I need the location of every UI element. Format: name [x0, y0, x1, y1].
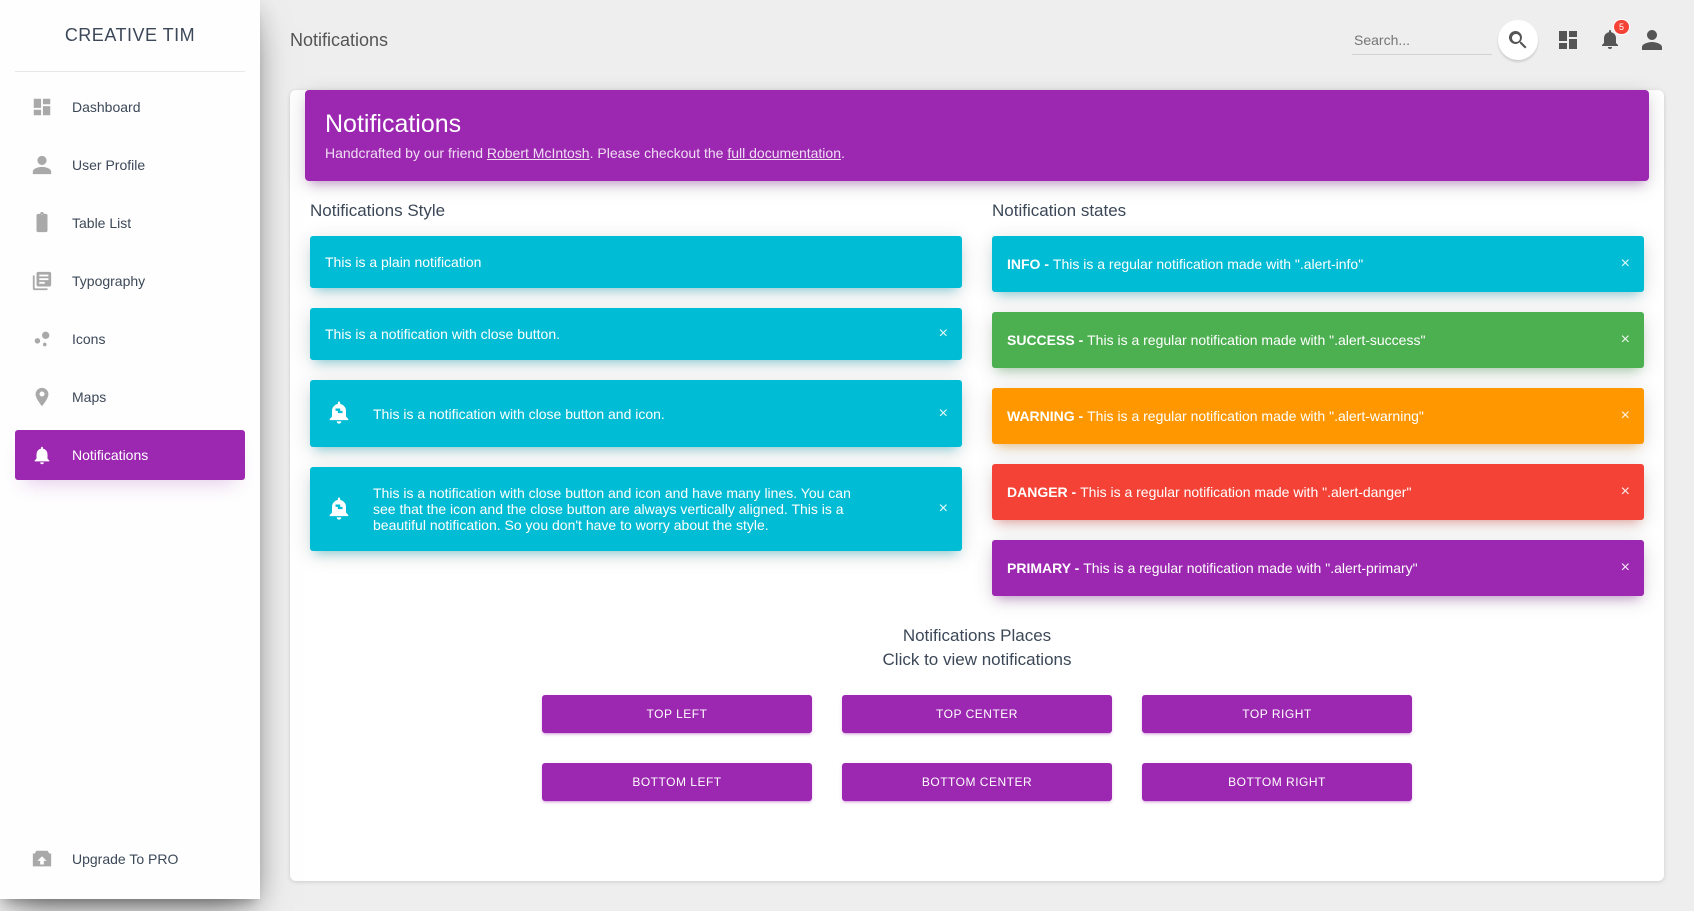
search-icon	[1506, 28, 1530, 52]
top-center-button[interactable]: TOP CENTER	[842, 695, 1112, 733]
alert-message: WARNING - This is a regular notification…	[1007, 408, 1424, 424]
card-header-title: Notifications	[325, 110, 1629, 139]
sidebar-item-label: Icons	[72, 331, 105, 347]
sidebar-item-icons[interactable]: Icons	[15, 314, 245, 364]
main-content: Notifications 5 Notifications Handcrafte…	[260, 0, 1694, 911]
notifications-places: Notifications Places Click to view notif…	[310, 616, 1644, 861]
library-books-icon	[30, 270, 54, 292]
alert-message: This is a plain notification	[325, 254, 481, 270]
sidebar-bottom: Upgrade To PRO	[15, 834, 245, 884]
alert-message: PRIMARY - This is a regular notification…	[1007, 560, 1418, 576]
alert-message: This is a notification with close button…	[325, 326, 560, 342]
close-icon[interactable]: ×	[1621, 332, 1630, 348]
alert-state-info: INFO - This is a regular notification ma…	[992, 236, 1644, 292]
unarchive-icon	[30, 848, 54, 870]
sidebar-item-label: Maps	[72, 389, 106, 405]
person-icon	[30, 154, 54, 176]
close-icon[interactable]: ×	[1621, 560, 1630, 576]
sidebar-item-upgrade[interactable]: Upgrade To PRO	[15, 834, 245, 884]
section-title-states: Notification states	[992, 201, 1644, 221]
bottom-left-button[interactable]: BOTTOM LEFT	[542, 763, 812, 801]
alert-with-close: This is a notification with close button…	[310, 308, 962, 360]
close-icon[interactable]: ×	[1621, 408, 1630, 424]
close-icon[interactable]: ×	[1621, 256, 1630, 272]
close-icon[interactable]: ×	[939, 406, 948, 422]
alert-message: This is a notification with close button…	[373, 485, 858, 533]
alert-with-icon: This is a notification with close button…	[310, 380, 962, 447]
card-header-subtitle: Handcrafted by our friend Robert McIntos…	[325, 145, 1629, 161]
sidebar-item-label: Typography	[72, 273, 145, 289]
alert-message: INFO - This is a regular notification ma…	[1007, 256, 1363, 272]
search-input[interactable]	[1352, 26, 1492, 55]
author-link[interactable]: Robert McIntosh	[487, 145, 590, 161]
alert-state-success: SUCCESS - This is a regular notification…	[992, 312, 1644, 368]
alert-message: SUCCESS - This is a regular notification…	[1007, 332, 1425, 348]
notifications-card: Notifications Handcrafted by our friend …	[290, 90, 1664, 881]
search-wrap	[1352, 20, 1538, 60]
alert-long: This is a notification with close button…	[310, 467, 962, 551]
sidebar-nav: Dashboard User Profile Table List Typogr…	[0, 82, 260, 480]
account-icon[interactable]	[1640, 28, 1664, 52]
notifications-style-column: Notifications Style This is a plain noti…	[310, 201, 962, 616]
bubble-chart-icon	[30, 328, 54, 350]
bell-icon	[30, 444, 54, 466]
sidebar-item-dashboard[interactable]: Dashboard	[15, 82, 245, 132]
alert-state-warning: WARNING - This is a regular notification…	[992, 388, 1644, 444]
sidebar-item-notifications[interactable]: Notifications	[15, 430, 245, 480]
documentation-link[interactable]: full documentation	[727, 145, 841, 161]
sidebar-item-label: User Profile	[72, 157, 145, 173]
dashboard-icon	[30, 96, 54, 118]
alert-message: DANGER - This is a regular notification …	[1007, 484, 1411, 500]
page-title: Notifications	[290, 30, 388, 51]
notifications-bell[interactable]: 5	[1598, 27, 1622, 54]
bottom-right-button[interactable]: BOTTOM RIGHT	[1142, 763, 1412, 801]
sidebar-item-label: Table List	[72, 215, 131, 231]
alert-state-danger: DANGER - This is a regular notification …	[992, 464, 1644, 520]
sidebar-item-label: Dashboard	[72, 99, 141, 115]
close-icon[interactable]: ×	[939, 326, 948, 342]
alert-plain: This is a plain notification	[310, 236, 962, 288]
sidebar-item-typography[interactable]: Typography	[15, 256, 245, 306]
notifications-badge: 5	[1613, 19, 1630, 35]
card-header: Notifications Handcrafted by our friend …	[305, 90, 1649, 181]
sidebar-item-label: Notifications	[72, 447, 148, 463]
add-alert-icon	[325, 398, 353, 429]
divider	[15, 71, 245, 72]
section-title-style: Notifications Style	[310, 201, 962, 221]
places-title: Notifications Places	[310, 626, 1644, 646]
top-right-button[interactable]: TOP RIGHT	[1142, 695, 1412, 733]
clipboard-icon	[30, 212, 54, 234]
sidebar-item-maps[interactable]: Maps	[15, 372, 245, 422]
topbar-right: 5	[1352, 20, 1664, 60]
dashboard-link-icon[interactable]	[1556, 28, 1580, 52]
bottom-center-button[interactable]: BOTTOM CENTER	[842, 763, 1112, 801]
topbar: Notifications 5	[290, 0, 1664, 90]
alert-message: This is a notification with close button…	[373, 406, 665, 422]
location-icon	[30, 386, 54, 408]
top-left-button[interactable]: TOP LEFT	[542, 695, 812, 733]
sidebar: CREATIVE TIM Dashboard User Profile Tabl…	[0, 0, 260, 899]
add-alert-icon	[325, 494, 353, 525]
alert-state-primary: PRIMARY - This is a regular notification…	[992, 540, 1644, 596]
places-subtitle: Click to view notifications	[310, 650, 1644, 670]
close-icon[interactable]: ×	[1621, 484, 1630, 500]
search-button[interactable]	[1498, 20, 1538, 60]
brand-title[interactable]: CREATIVE TIM	[0, 0, 260, 71]
close-icon[interactable]: ×	[939, 501, 948, 517]
notification-states-column: Notification states INFO - This is a reg…	[992, 201, 1644, 616]
sidebar-item-user-profile[interactable]: User Profile	[15, 140, 245, 190]
sidebar-item-label: Upgrade To PRO	[72, 851, 178, 867]
sidebar-item-table-list[interactable]: Table List	[15, 198, 245, 248]
